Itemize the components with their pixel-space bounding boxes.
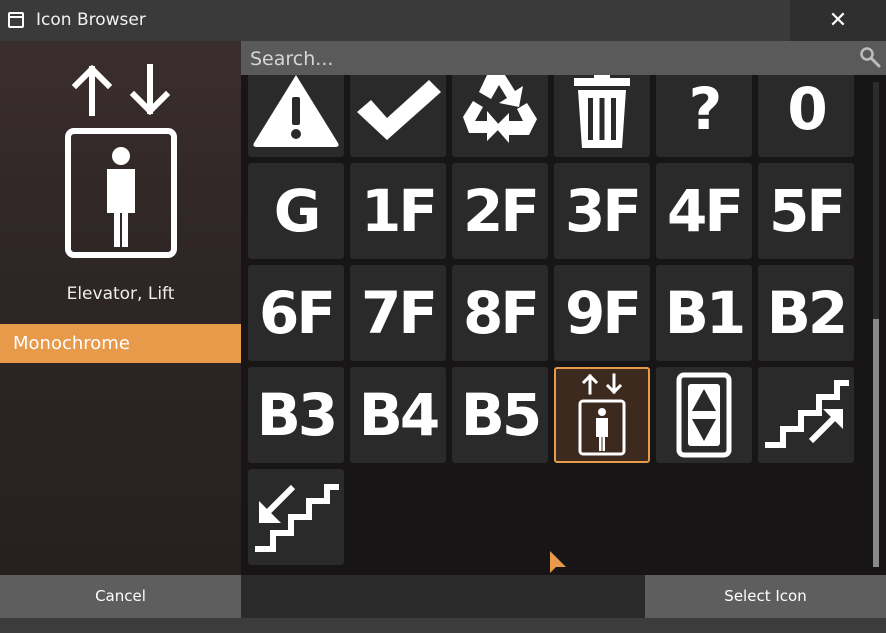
icon-tile-floor-8f[interactable]: 8F: [452, 265, 548, 361]
icon-tile-floor-g[interactable]: G: [248, 163, 344, 259]
recycle-icon: [463, 75, 537, 143]
icon-tile-recycle[interactable]: [452, 75, 548, 157]
icon-tile-floor-b2[interactable]: B2: [758, 265, 854, 361]
icon-tile-floor-b5[interactable]: B5: [452, 367, 548, 463]
icon-grid-scrollbar[interactable]: [873, 82, 879, 567]
elevator-icon: [578, 373, 626, 456]
icon-tile-floor-1f[interactable]: 1F: [350, 163, 446, 259]
icon-tile-floor-6f[interactable]: 6F: [248, 265, 344, 361]
select-icon-button[interactable]: Select Icon: [645, 575, 886, 618]
question-icon: ?: [688, 75, 723, 143]
stairs-up-icon: [765, 380, 849, 448]
mouse-cursor-icon: [550, 551, 566, 573]
check-icon: [357, 80, 441, 140]
preview-elevator-icon: [65, 64, 177, 258]
cancel-button[interactable]: Cancel: [0, 575, 241, 618]
icon-grid: ? 0 G 1F 2F 3F 4F 5F 6F 7F 8F 9F B1 B2 B…: [241, 75, 886, 575]
icon-tile-floor-3f[interactable]: 3F: [554, 163, 650, 259]
elevator-buttons-icon: [676, 372, 732, 458]
icon-tile-floor-4f[interactable]: 4F: [656, 163, 752, 259]
icon-tile-stairs-up[interactable]: [758, 367, 854, 463]
window-icon: [8, 12, 24, 28]
window-title: Icon Browser: [36, 10, 146, 30]
category-item-monochrome[interactable]: Monochrome: [0, 324, 241, 363]
icon-tile-check[interactable]: [350, 75, 446, 157]
bottom-strip: [0, 618, 886, 633]
search-icon[interactable]: [859, 46, 881, 68]
icon-tile-floor-5f[interactable]: 5F: [758, 163, 854, 259]
close-button[interactable]: ✕: [790, 0, 886, 41]
stairs-down-icon: [255, 484, 339, 552]
search-bar: [241, 41, 886, 77]
footer-spacer: [241, 575, 645, 618]
icon-tile-warning[interactable]: [248, 75, 344, 157]
scrollbar-thumb[interactable]: [873, 319, 879, 567]
sidebar: Elevator, Lift Monochrome: [0, 41, 241, 575]
icon-tile-trash[interactable]: [554, 75, 650, 157]
icon-tile-floor-0[interactable]: 0: [758, 75, 854, 157]
icon-tile-floor-7f[interactable]: 7F: [350, 265, 446, 361]
preview-icon-name: Elevator, Lift: [66, 284, 175, 304]
icon-tile-floor-b1[interactable]: B1: [656, 265, 752, 361]
icon-tile-stairs-down[interactable]: [248, 469, 344, 565]
title-bar: Icon Browser ✕: [0, 0, 886, 41]
icon-tile-floor-b3[interactable]: B3: [248, 367, 344, 463]
icon-tile-elevator-buttons[interactable]: [656, 367, 752, 463]
icon-tile-floor-2f[interactable]: 2F: [452, 163, 548, 259]
close-icon: ✕: [828, 8, 848, 33]
search-input[interactable]: [241, 41, 852, 77]
icon-tile-question[interactable]: ?: [656, 75, 752, 157]
warning-icon: [253, 75, 339, 147]
icon-tile-floor-9f[interactable]: 9F: [554, 265, 650, 361]
icon-tile-elevator[interactable]: [554, 367, 650, 463]
icon-tile-floor-b4[interactable]: B4: [350, 367, 446, 463]
trash-icon: [574, 75, 630, 148]
